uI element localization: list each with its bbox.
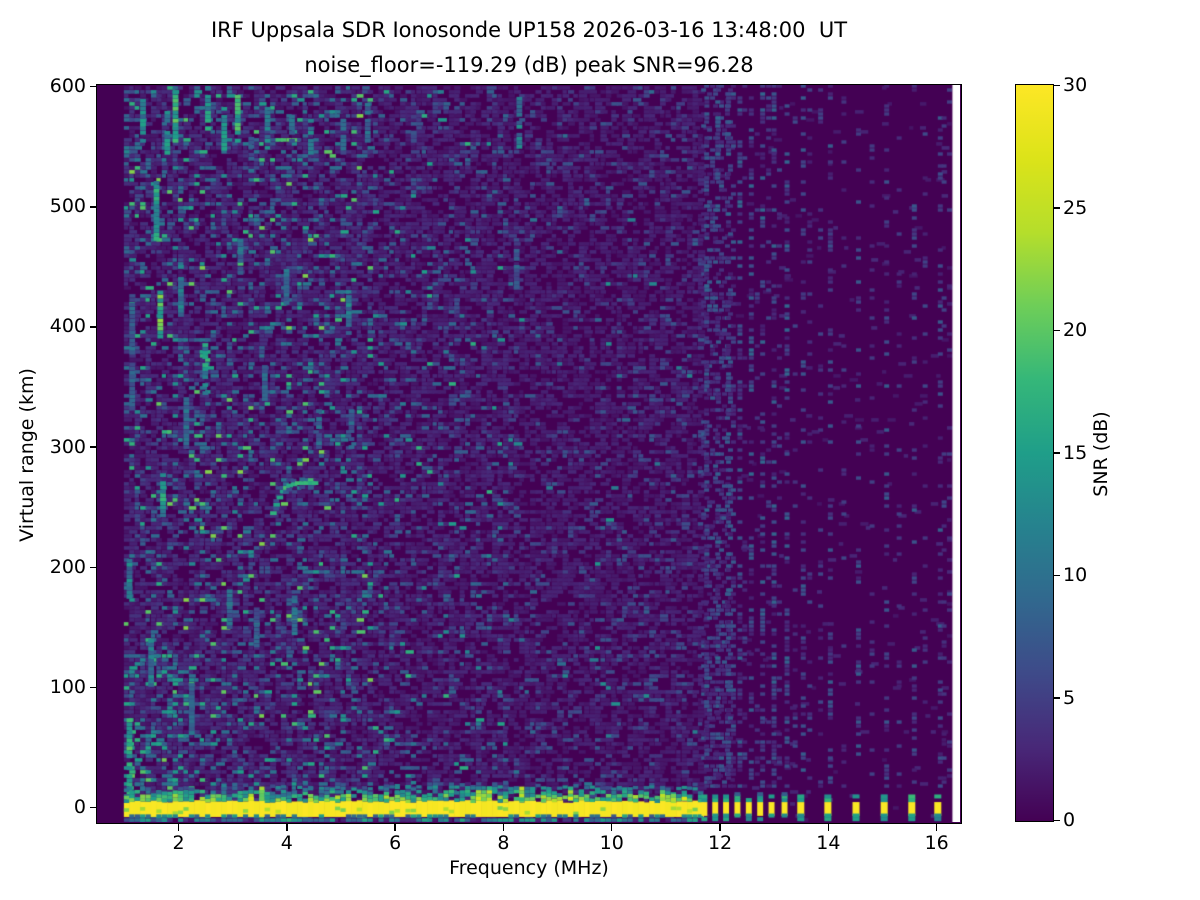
colorbar-tick-mark <box>1053 84 1060 87</box>
x-tick-label: 12 <box>707 832 733 854</box>
x-tick-label: 4 <box>280 832 293 854</box>
plot-title: IRF Uppsala SDR Ionosonde UP158 2026-03-… <box>210 18 848 42</box>
y-tick-label: 300 <box>49 435 86 458</box>
y-tick-mark <box>89 86 97 88</box>
x-tick-label: 2 <box>172 832 185 854</box>
colorbar-tick-mark <box>1053 819 1060 822</box>
y-tick-label: 100 <box>49 675 86 698</box>
heatmap-canvas <box>97 85 960 822</box>
colorbar-gradient <box>1016 85 1053 821</box>
figure-root: IRF Uppsala SDR Ionosonde UP158 2026-03-… <box>0 0 1200 900</box>
colorbar-tick-label: 25 <box>1063 196 1088 219</box>
x-tick-mark <box>286 824 288 831</box>
x-axis-label: Frequency (MHz) <box>449 857 609 879</box>
colorbar-tick-mark <box>1053 207 1060 209</box>
y-tick-mark <box>89 326 97 328</box>
y-tick-mark <box>89 566 97 568</box>
x-tick-mark <box>177 824 180 831</box>
colorbar-tick-label: 5 <box>1063 686 1076 709</box>
x-tick-label: 14 <box>816 832 841 854</box>
colorbar-tick-label: 0 <box>1063 809 1076 831</box>
x-tick-label: 8 <box>497 832 510 854</box>
colorbar-tick-mark <box>1053 574 1060 577</box>
colorbar-tick-label: 30 <box>1063 74 1088 96</box>
y-tick-label: 200 <box>49 555 86 578</box>
colorbar-tick-mark <box>1053 329 1060 332</box>
y-tick-mark <box>89 206 97 208</box>
plot-subtitle: noise_floor=-119.29 (dB) peak SNR=96.28 <box>304 53 754 77</box>
plot-area <box>96 84 962 824</box>
y-tick-mark <box>89 806 97 809</box>
colorbar <box>1015 84 1054 822</box>
x-tick-mark <box>719 824 721 831</box>
y-tick-label: 0 <box>73 795 86 818</box>
colorbar-tick-mark <box>1053 452 1060 454</box>
x-tick-mark <box>827 824 830 831</box>
colorbar-tick-mark <box>1053 697 1060 699</box>
y-tick-label: 500 <box>49 195 86 218</box>
x-tick-label: 6 <box>389 832 402 854</box>
colorbar-label: SNR (dB) <box>1090 411 1112 497</box>
x-tick-mark <box>611 824 613 831</box>
y-tick-mark <box>89 446 97 448</box>
x-tick-label: 16 <box>924 832 949 854</box>
y-tick-mark <box>89 686 97 689</box>
y-tick-label: 600 <box>49 75 86 98</box>
x-tick-mark <box>935 824 938 831</box>
x-tick-label: 10 <box>599 832 624 854</box>
x-tick-mark <box>502 824 505 831</box>
y-tick-label: 400 <box>49 315 86 338</box>
x-tick-mark <box>394 824 396 831</box>
